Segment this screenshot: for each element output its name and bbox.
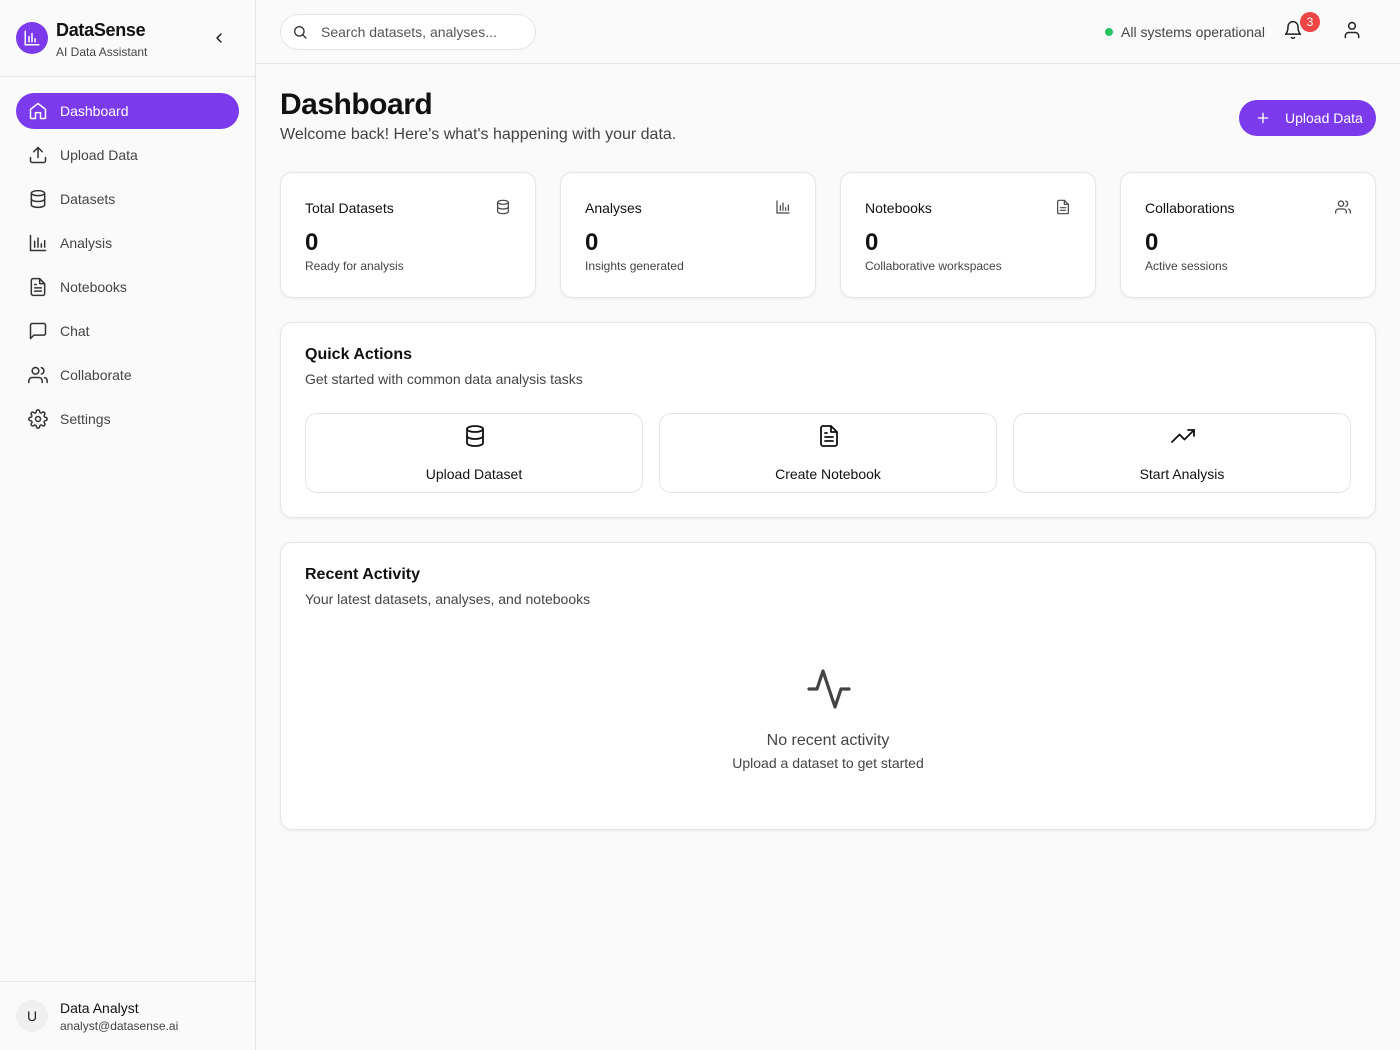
upload-icon xyxy=(28,145,48,165)
upload-data-label: Upload Data xyxy=(1285,110,1363,126)
sidebar-item-label: Notebooks xyxy=(60,279,127,295)
stat-card-total-datasets: Total Datasets 0 Ready for analysis xyxy=(280,172,536,298)
user-email: analyst@datasense.ai xyxy=(60,1019,179,1033)
stat-value: 0 xyxy=(585,229,599,256)
quick-actions-panel: Quick Actions Get started with common da… xyxy=(280,322,1376,518)
sidebar-item-upload-data[interactable]: Upload Data xyxy=(16,137,239,173)
app-name: DataSense xyxy=(56,20,146,40)
recent-activity-panel: Recent Activity Your latest datasets, an… xyxy=(280,542,1376,830)
recent-activity-title: Recent Activity xyxy=(305,566,420,583)
quick-actions-title: Quick Actions xyxy=(305,346,412,363)
user-name: Data Analyst xyxy=(60,1000,139,1016)
stat-title: Notebooks xyxy=(865,200,932,216)
quick-actions-subtitle: Get started with common data analysis ta… xyxy=(305,371,583,387)
database-icon xyxy=(28,189,48,209)
sidebar-item-collaborate[interactable]: Collaborate xyxy=(16,357,239,393)
user-profile[interactable]: U Data Analyst analyst@datasense.ai xyxy=(0,981,255,1050)
empty-state-title: No recent activity xyxy=(766,732,890,749)
users-icon xyxy=(28,365,48,385)
upload-dataset-button[interactable]: Upload Dataset xyxy=(305,413,643,493)
sidebar-item-label: Collaborate xyxy=(60,367,132,383)
sidebar-nav: Dashboard Upload Data Datasets Analysis … xyxy=(16,93,239,445)
bar-chart-icon xyxy=(775,199,791,215)
file-text-icon xyxy=(1055,199,1071,215)
sidebar-item-label: Upload Data xyxy=(60,147,138,163)
status-dot-icon xyxy=(1105,28,1113,36)
stat-desc: Collaborative workspaces xyxy=(865,259,1002,273)
stat-desc: Ready for analysis xyxy=(305,259,404,273)
sidebar-item-dashboard[interactable]: Dashboard xyxy=(16,93,239,129)
sidebar-item-settings[interactable]: Settings xyxy=(16,401,239,437)
quick-action-label: Create Notebook xyxy=(775,466,881,482)
home-icon xyxy=(28,101,48,121)
trending-up-icon xyxy=(1171,424,1195,448)
stat-value: 0 xyxy=(1145,229,1159,256)
sidebar: DataSense AI Data Assistant Dashboard Up… xyxy=(0,0,256,1050)
quick-action-label: Start Analysis xyxy=(1139,466,1225,482)
file-text-icon xyxy=(28,277,48,297)
brand-header: DataSense AI Data Assistant xyxy=(0,0,255,77)
upload-data-button[interactable]: Upload Data xyxy=(1239,100,1376,136)
database-icon xyxy=(463,424,487,448)
recent-activity-subtitle: Your latest datasets, analyses, and note… xyxy=(305,591,591,607)
sidebar-item-chat[interactable]: Chat xyxy=(16,313,239,349)
activity-icon xyxy=(805,665,853,713)
stat-card-collaborations: Collaborations 0 Active sessions xyxy=(1120,172,1376,298)
stat-desc: Insights generated xyxy=(585,259,684,273)
stat-title: Analyses xyxy=(585,200,642,216)
notification-badge: 3 xyxy=(1300,12,1320,32)
avatar: U xyxy=(16,1000,48,1032)
stat-card-analyses: Analyses 0 Insights generated xyxy=(560,172,816,298)
stat-title: Total Datasets xyxy=(305,200,394,216)
stat-card-notebooks: Notebooks 0 Collaborative workspaces xyxy=(840,172,1096,298)
page-title: Dashboard xyxy=(280,88,433,121)
create-notebook-button[interactable]: Create Notebook xyxy=(659,413,997,493)
page-subtitle: Welcome back! Here's what's happening wi… xyxy=(280,126,677,143)
search-box xyxy=(280,14,536,50)
search-input[interactable] xyxy=(321,24,521,40)
quick-action-label: Upload Dataset xyxy=(425,466,523,482)
stat-desc: Active sessions xyxy=(1145,259,1228,273)
database-icon xyxy=(495,199,511,215)
plus-icon xyxy=(1255,110,1271,126)
users-icon xyxy=(1335,199,1351,215)
file-text-icon xyxy=(817,424,841,448)
sidebar-item-notebooks[interactable]: Notebooks xyxy=(16,269,239,305)
user-menu-button[interactable] xyxy=(1342,20,1366,44)
stat-title: Collaborations xyxy=(1145,200,1235,216)
sidebar-item-label: Chat xyxy=(60,323,90,339)
chevron-left-icon xyxy=(216,33,222,43)
sidebar-item-label: Dashboard xyxy=(60,103,129,119)
user-icon xyxy=(1344,21,1360,39)
topbar: All systems operational 3 xyxy=(256,0,1400,64)
collapse-sidebar-button[interactable] xyxy=(209,28,229,48)
start-analysis-button[interactable]: Start Analysis xyxy=(1013,413,1351,493)
sidebar-item-datasets[interactable]: Datasets xyxy=(16,181,239,217)
sidebar-item-analysis[interactable]: Analysis xyxy=(16,225,239,261)
search-icon xyxy=(292,24,308,45)
stat-value: 0 xyxy=(305,229,319,256)
empty-state-subtitle: Upload a dataset to get started xyxy=(732,755,924,771)
sidebar-item-label: Datasets xyxy=(60,191,116,207)
app-subtitle: AI Data Assistant xyxy=(56,45,148,59)
sidebar-item-label: Settings xyxy=(60,411,111,427)
system-status: All systems operational xyxy=(1105,24,1265,40)
status-text: All systems operational xyxy=(1121,24,1265,40)
gear-icon xyxy=(28,409,48,429)
message-square-icon xyxy=(28,321,48,341)
bar-chart-icon xyxy=(28,233,48,253)
logo-icon xyxy=(16,22,48,54)
sidebar-item-label: Analysis xyxy=(60,235,113,251)
stat-value: 0 xyxy=(865,229,879,256)
